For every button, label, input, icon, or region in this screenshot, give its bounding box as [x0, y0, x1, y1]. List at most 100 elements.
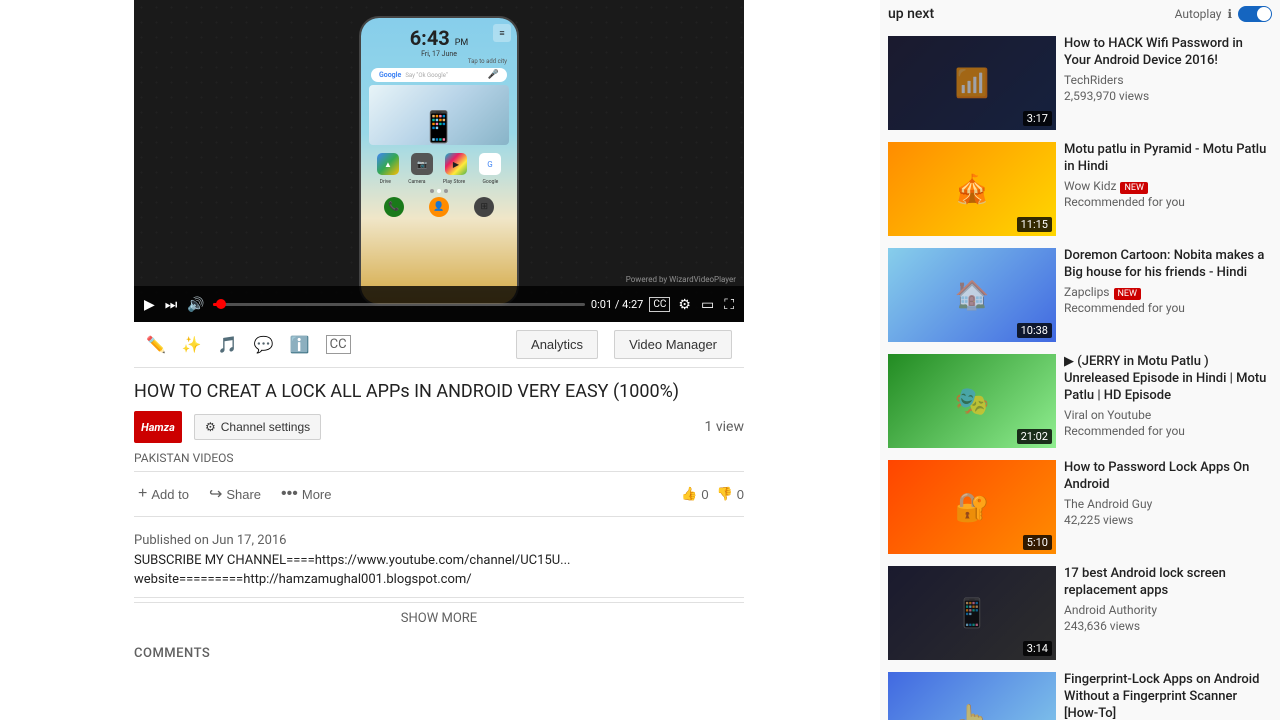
up-next-header: up next Autoplay ℹ: [888, 0, 1272, 30]
info-icon[interactable]: ℹ️: [290, 335, 310, 354]
time-display: 0:01 / 4:27: [591, 298, 643, 311]
video-card[interactable]: 📶 3:17 How to HACK Wifi Password in Your…: [888, 30, 1272, 136]
miniplayer-button[interactable]: ▭: [699, 294, 716, 315]
branding-watermark: Powered by WizardVideoPlayer: [626, 275, 736, 284]
play-button[interactable]: ▶: [142, 294, 157, 315]
video-player: 6:43 PM Fri, 17 June Tap to add city ≡ G…: [134, 0, 744, 322]
phone-menu-icon: ≡: [493, 24, 511, 42]
view-count: Recommended for you: [1064, 301, 1185, 315]
card-channel: Viral on Youtube: [1064, 408, 1268, 422]
google-placeholder: Say "Ok Google": [405, 72, 487, 79]
google-search-bar: Google Say "Ok Google" 🎤: [371, 68, 507, 82]
video-info: HOW TO CREAT A LOCK ALL APPs IN ANDROID …: [134, 368, 744, 689]
action-row: + Add to ↪ Share ••• More 👍 0: [134, 471, 744, 517]
card-info: Motu patlu in Pyramid - Motu Patlu in Hi…: [1064, 142, 1272, 236]
video-cards-list: 📶 3:17 How to HACK Wifi Password in Your…: [888, 30, 1272, 720]
channel-row: Hamza ⚙ Channel settings 1 view: [134, 411, 744, 443]
settings-button[interactable]: ⚙: [676, 294, 693, 315]
thumb-icon: 🏠: [955, 279, 990, 312]
progress-dot: [216, 299, 226, 309]
description: Published on Jun 17, 2016 SUBSCRIBE MY C…: [134, 525, 744, 597]
phone-city: Tap to add city: [366, 58, 512, 65]
video-card[interactable]: 🎪 11:15 Motu patlu in Pyramid - Motu Pat…: [888, 136, 1272, 242]
comments-section: COMMENTS: [134, 634, 744, 681]
card-channel: Wow KidzNEW: [1064, 179, 1268, 193]
phone-date: Fri, 17 June: [366, 50, 512, 58]
thumb-icon: 🔐: [955, 491, 990, 524]
autoplay-section: Autoplay ℹ: [1175, 6, 1272, 22]
duration-badge: 10:38: [1017, 323, 1052, 338]
channel-settings-button[interactable]: ⚙ Channel settings: [194, 414, 321, 440]
duration-badge: 5:10: [1023, 535, 1052, 550]
playstore-icon: ▶: [445, 153, 467, 175]
phone-wallpaper: 📱: [369, 85, 509, 145]
thumb-icon: 🎭: [955, 385, 990, 418]
video-controls: ▶ ⏭ 🔊 0:01 / 4:27 CC ⚙ ▭ ⛶: [134, 286, 744, 322]
video-card[interactable]: 👆 4:02 Fingerprint-Lock Apps on Android …: [888, 666, 1272, 720]
gear-icon: ⚙: [205, 420, 216, 434]
duration-badge: 21:02: [1017, 429, 1052, 444]
next-button[interactable]: ⏭: [163, 294, 180, 315]
view-count: Recommended for you: [1064, 195, 1185, 209]
card-info: How to Password Lock Apps On Android The…: [1064, 460, 1272, 554]
autoplay-toggle[interactable]: [1238, 6, 1272, 22]
card-title: Doremon Cartoon: Nobita makes a Big hous…: [1064, 248, 1268, 282]
enhance-icon[interactable]: ✨: [182, 335, 202, 354]
card-title: How to Password Lock Apps On Android: [1064, 460, 1268, 494]
music-icon[interactable]: 🎵: [218, 335, 238, 354]
drive-icon: ▲: [377, 153, 399, 175]
view-count: 2,593,970 views: [1064, 89, 1149, 103]
add-to-button[interactable]: + Add to: [134, 481, 193, 507]
card-title: Fingerprint-Lock Apps on Android Without…: [1064, 672, 1268, 720]
card-channel: TechRiders: [1064, 73, 1268, 87]
video-manager-button[interactable]: Video Manager: [614, 330, 732, 359]
dislike-button[interactable]: 👎 0: [717, 486, 744, 502]
analytics-button[interactable]: Analytics: [516, 330, 598, 359]
sidebar: up next Autoplay ℹ 📶 3:17 How to HACK Wi…: [880, 0, 1280, 720]
phone-screen-content: 6:43 PM Fri, 17 June Tap to add city ≡ G…: [361, 18, 517, 304]
more-button[interactable]: ••• More: [277, 481, 335, 507]
card-channel: Android Authority: [1064, 603, 1268, 617]
view-count: 243,636 views: [1064, 619, 1140, 633]
card-title: 17 best Android lock screen replacement …: [1064, 566, 1268, 600]
channel-logo-text: Hamza: [141, 421, 175, 434]
phone-apps-icon: ⊞: [474, 197, 494, 217]
autoplay-knob: [1257, 7, 1271, 21]
cc-button[interactable]: CC: [649, 297, 670, 312]
card-info: Doremon Cartoon: Nobita makes a Big hous…: [1064, 248, 1272, 342]
thumb-icon: 📱: [955, 597, 990, 630]
cc-toolbar-icon[interactable]: CC: [326, 335, 351, 354]
card-title: ▶ (JERRY in Motu Patlu ) Unreleased Epis…: [1064, 354, 1268, 405]
like-button[interactable]: 👍 0: [681, 486, 708, 502]
share-button[interactable]: ↪ Share: [205, 480, 265, 508]
video-thumbnail: 👆 4:02: [888, 672, 1056, 720]
card-info: 17 best Android lock screen replacement …: [1064, 566, 1272, 660]
phone-app-icons: ▲ 📷 ▶ G: [366, 148, 512, 175]
video-thumbnail: 🔐 5:10: [888, 460, 1056, 554]
fullscreen-button[interactable]: ⛶: [722, 294, 736, 315]
subtitles-icon[interactable]: 💬: [254, 335, 274, 354]
more-icon: •••: [281, 485, 298, 503]
video-thumbnail: 🎭 21:02: [888, 354, 1056, 448]
page-indicators: [366, 189, 512, 193]
show-more-button[interactable]: SHOW MORE: [134, 602, 744, 634]
video-card[interactable]: 🏠 10:38 Doremon Cartoon: Nobita makes a …: [888, 242, 1272, 348]
edit-icon[interactable]: ✏️: [146, 335, 166, 354]
volume-button[interactable]: 🔊: [185, 294, 206, 315]
phone-labels: Drive Camera Play Store Google: [366, 179, 512, 185]
video-card[interactable]: 🔐 5:10 How to Password Lock Apps On Andr…: [888, 454, 1272, 560]
progress-bar[interactable]: [213, 303, 585, 306]
autoplay-info-icon[interactable]: ℹ: [1227, 7, 1232, 21]
recommended-label: Recommended for you: [1064, 424, 1185, 438]
vote-section: 👍 0 👎 0: [681, 486, 744, 502]
share-icon: ↪: [209, 484, 222, 504]
google-app-icon: G: [479, 153, 501, 175]
published-date: Published on Jun 17, 2016: [134, 533, 744, 548]
new-badge: NEW: [1114, 288, 1142, 300]
card-title: Motu patlu in Pyramid - Motu Patlu in Hi…: [1064, 142, 1268, 176]
google-logo: Google: [379, 71, 401, 79]
video-card[interactable]: 📱 3:14 17 best Android lock screen repla…: [888, 560, 1272, 666]
card-meta: 243,636 views: [1064, 619, 1268, 633]
video-toolbar: ✏️ ✨ 🎵 💬 ℹ️ CC Analytics Video Manager: [134, 322, 744, 368]
video-card[interactable]: 🎭 21:02 ▶ (JERRY in Motu Patlu ) Unrelea…: [888, 348, 1272, 454]
